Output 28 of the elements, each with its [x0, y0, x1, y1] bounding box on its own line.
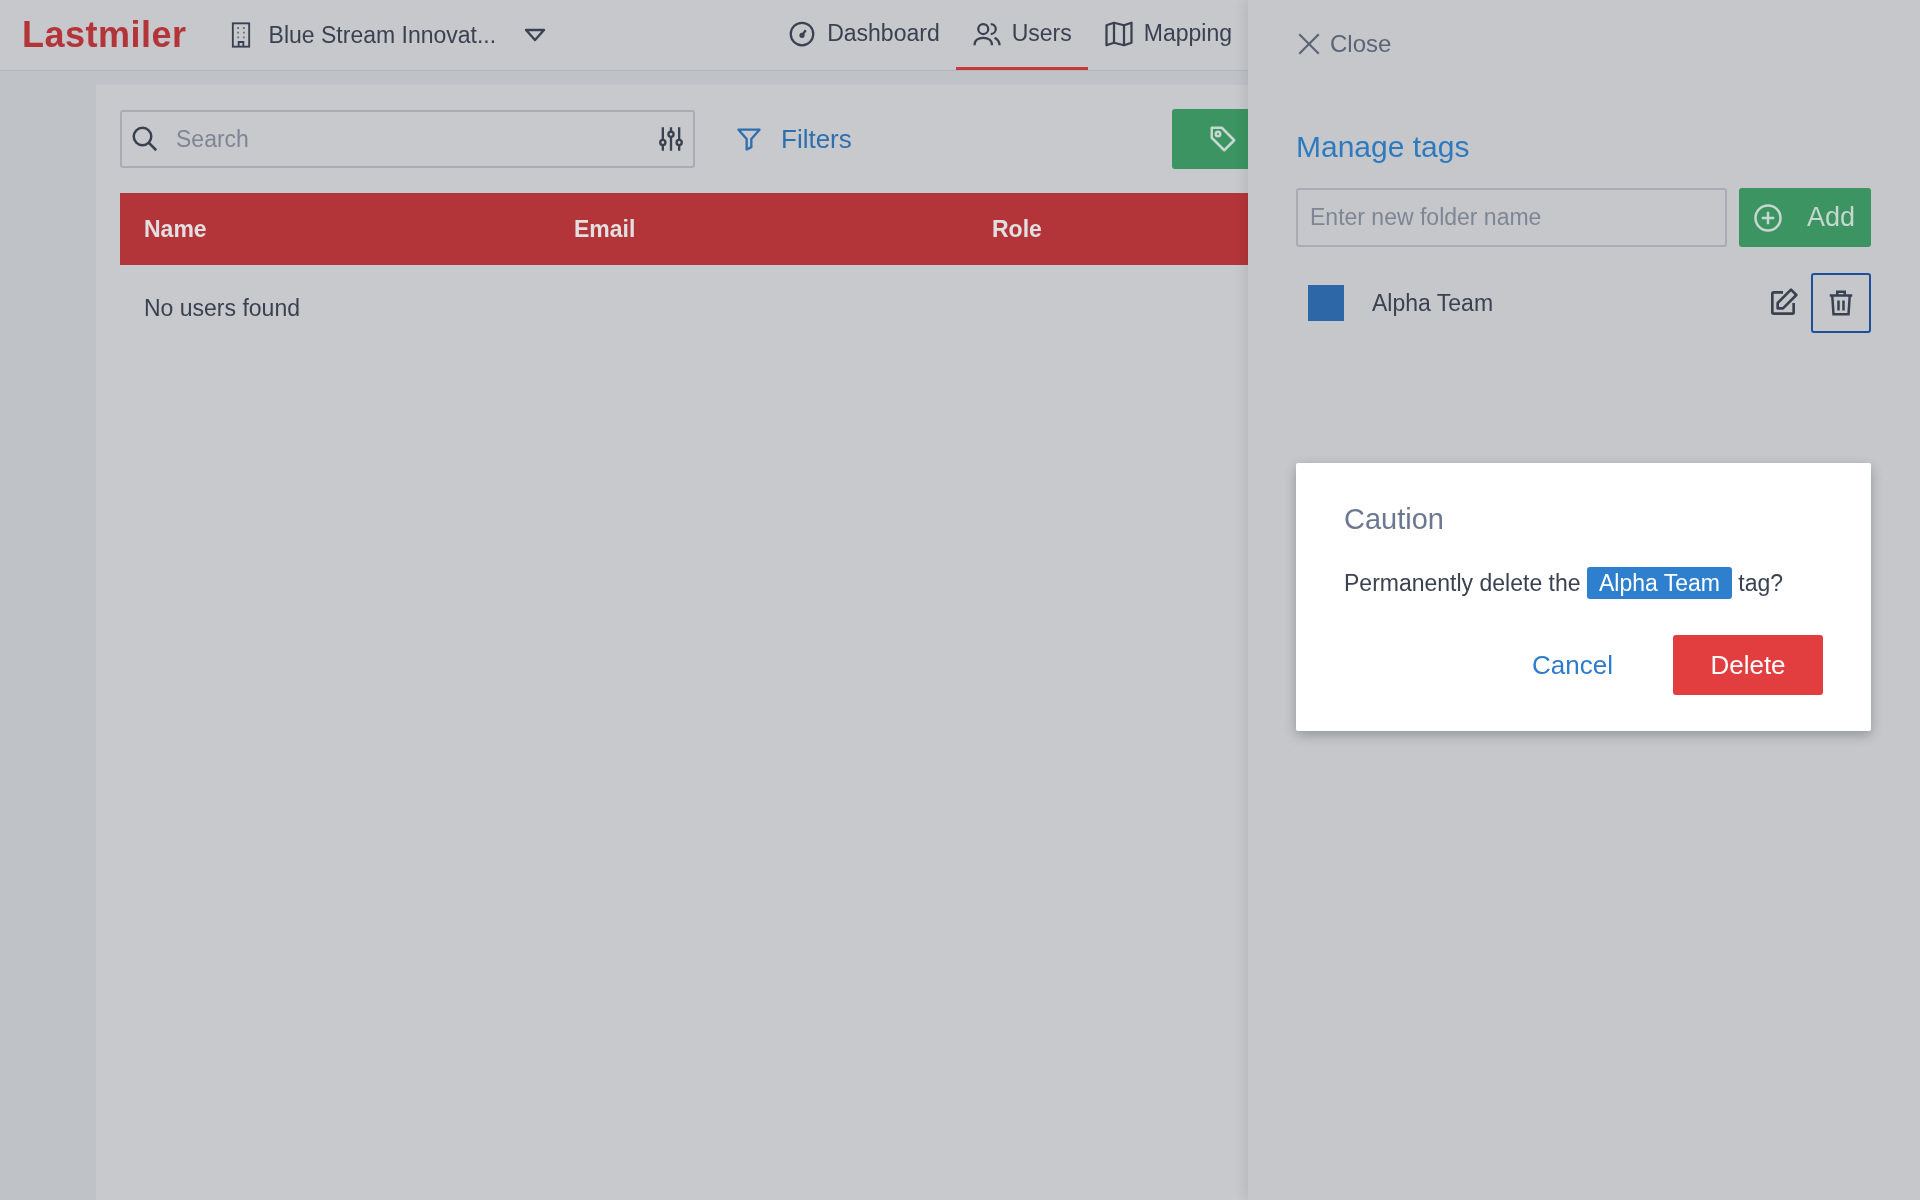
search-field[interactable]: Search	[120, 110, 695, 168]
sliders-icon[interactable]	[657, 124, 685, 154]
filters-button[interactable]: Filters	[735, 123, 852, 155]
delete-button[interactable]: Delete	[1673, 635, 1823, 695]
tags-button[interactable]	[1172, 109, 1248, 169]
column-header[interactable]: Role	[992, 215, 1248, 243]
app-logo[interactable]: Lastmiler	[22, 14, 187, 56]
close-icon	[1296, 31, 1322, 57]
empty-message: No users found	[143, 294, 301, 323]
nav-tab[interactable]: Mapping	[1087, 0, 1248, 70]
dialog-message: Permanently delete the Alpha Team tag?	[1344, 570, 1823, 597]
close-button[interactable]: Close	[1296, 30, 1392, 58]
delete-tag-button[interactable]	[1811, 273, 1871, 333]
panel-title: Manage tags	[1296, 130, 1471, 164]
add-button[interactable]: Add	[1739, 188, 1871, 247]
nav-tab[interactable]: Dashboard	[771, 0, 956, 70]
company-selector[interactable]: Blue Stream Innovat...	[226, 21, 547, 49]
cancel-button[interactable]: Cancel	[1532, 649, 1613, 681]
tag-name-field[interactable]: Enter new folder name	[1296, 188, 1727, 247]
column-header[interactable]: Email	[574, 215, 992, 243]
tag-icon	[1208, 124, 1238, 154]
column-header[interactable]: Name	[144, 215, 574, 243]
caret-icon	[524, 27, 547, 43]
search-icon	[130, 124, 160, 154]
nav-tab[interactable]: Users	[955, 0, 1088, 70]
dialog-title: Caution	[1344, 503, 1445, 536]
plus-circle-icon	[1753, 202, 1783, 233]
tag-name: Alpha Team	[1372, 289, 1494, 317]
